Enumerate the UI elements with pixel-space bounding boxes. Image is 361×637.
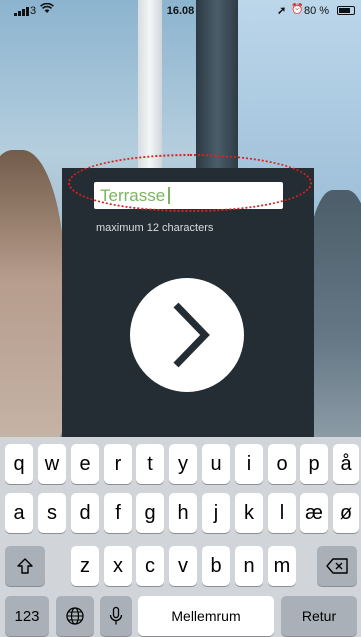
character-limit-hint: maximum 12 characters	[96, 222, 214, 234]
microphone-key[interactable]	[100, 596, 132, 636]
chevron-right-icon	[173, 302, 210, 368]
numbers-key[interactable]: 123	[5, 596, 49, 636]
key-o-slash[interactable]: ø	[333, 493, 359, 533]
key-n[interactable]: n	[235, 546, 263, 586]
key-q[interactable]: q	[5, 444, 33, 484]
next-button[interactable]	[130, 278, 244, 392]
key-r[interactable]: r	[104, 444, 132, 484]
key-x[interactable]: x	[104, 546, 132, 586]
key-h[interactable]: h	[169, 493, 197, 533]
key-o[interactable]: o	[268, 444, 296, 484]
key-f[interactable]: f	[104, 493, 132, 533]
keyboard: q w e r t y u i o p å a s d f g h j k l …	[0, 437, 361, 637]
key-ae[interactable]: æ	[300, 493, 328, 533]
key-u[interactable]: u	[202, 444, 230, 484]
alarm-icon: ⏰	[291, 4, 304, 15]
key-a-ring[interactable]: å	[333, 444, 359, 484]
key-t[interactable]: t	[136, 444, 164, 484]
key-w[interactable]: w	[38, 444, 66, 484]
shift-icon	[17, 558, 33, 574]
key-c[interactable]: c	[136, 546, 164, 586]
key-e[interactable]: e	[71, 444, 99, 484]
key-i[interactable]: i	[235, 444, 263, 484]
globe-icon	[66, 607, 84, 625]
status-bar: 3 16.08 ➚ ⏰ 80 %	[0, 0, 361, 22]
key-v[interactable]: v	[169, 546, 197, 586]
key-j[interactable]: j	[202, 493, 230, 533]
backspace-icon	[326, 558, 348, 574]
battery-icon	[337, 6, 355, 15]
key-y[interactable]: y	[169, 444, 197, 484]
location-icon: ➚	[277, 5, 287, 17]
key-a[interactable]: a	[5, 493, 33, 533]
key-m[interactable]: m	[268, 546, 296, 586]
space-key[interactable]: Mellemrum	[138, 596, 274, 636]
microphone-icon	[109, 606, 123, 625]
key-p[interactable]: p	[300, 444, 328, 484]
return-key[interactable]: Retur	[281, 596, 357, 636]
battery-percentage: 80 %	[304, 5, 330, 17]
globe-key[interactable]	[56, 596, 94, 636]
highlight-annotation	[68, 154, 312, 212]
key-l[interactable]: l	[268, 493, 296, 533]
key-d[interactable]: d	[71, 493, 99, 533]
key-z[interactable]: z	[71, 546, 99, 586]
backspace-key[interactable]	[317, 546, 357, 586]
key-g[interactable]: g	[136, 493, 164, 533]
key-b[interactable]: b	[202, 546, 230, 586]
shift-key[interactable]	[5, 546, 45, 586]
person-left	[0, 150, 65, 437]
key-s[interactable]: s	[38, 493, 66, 533]
key-k[interactable]: k	[235, 493, 263, 533]
